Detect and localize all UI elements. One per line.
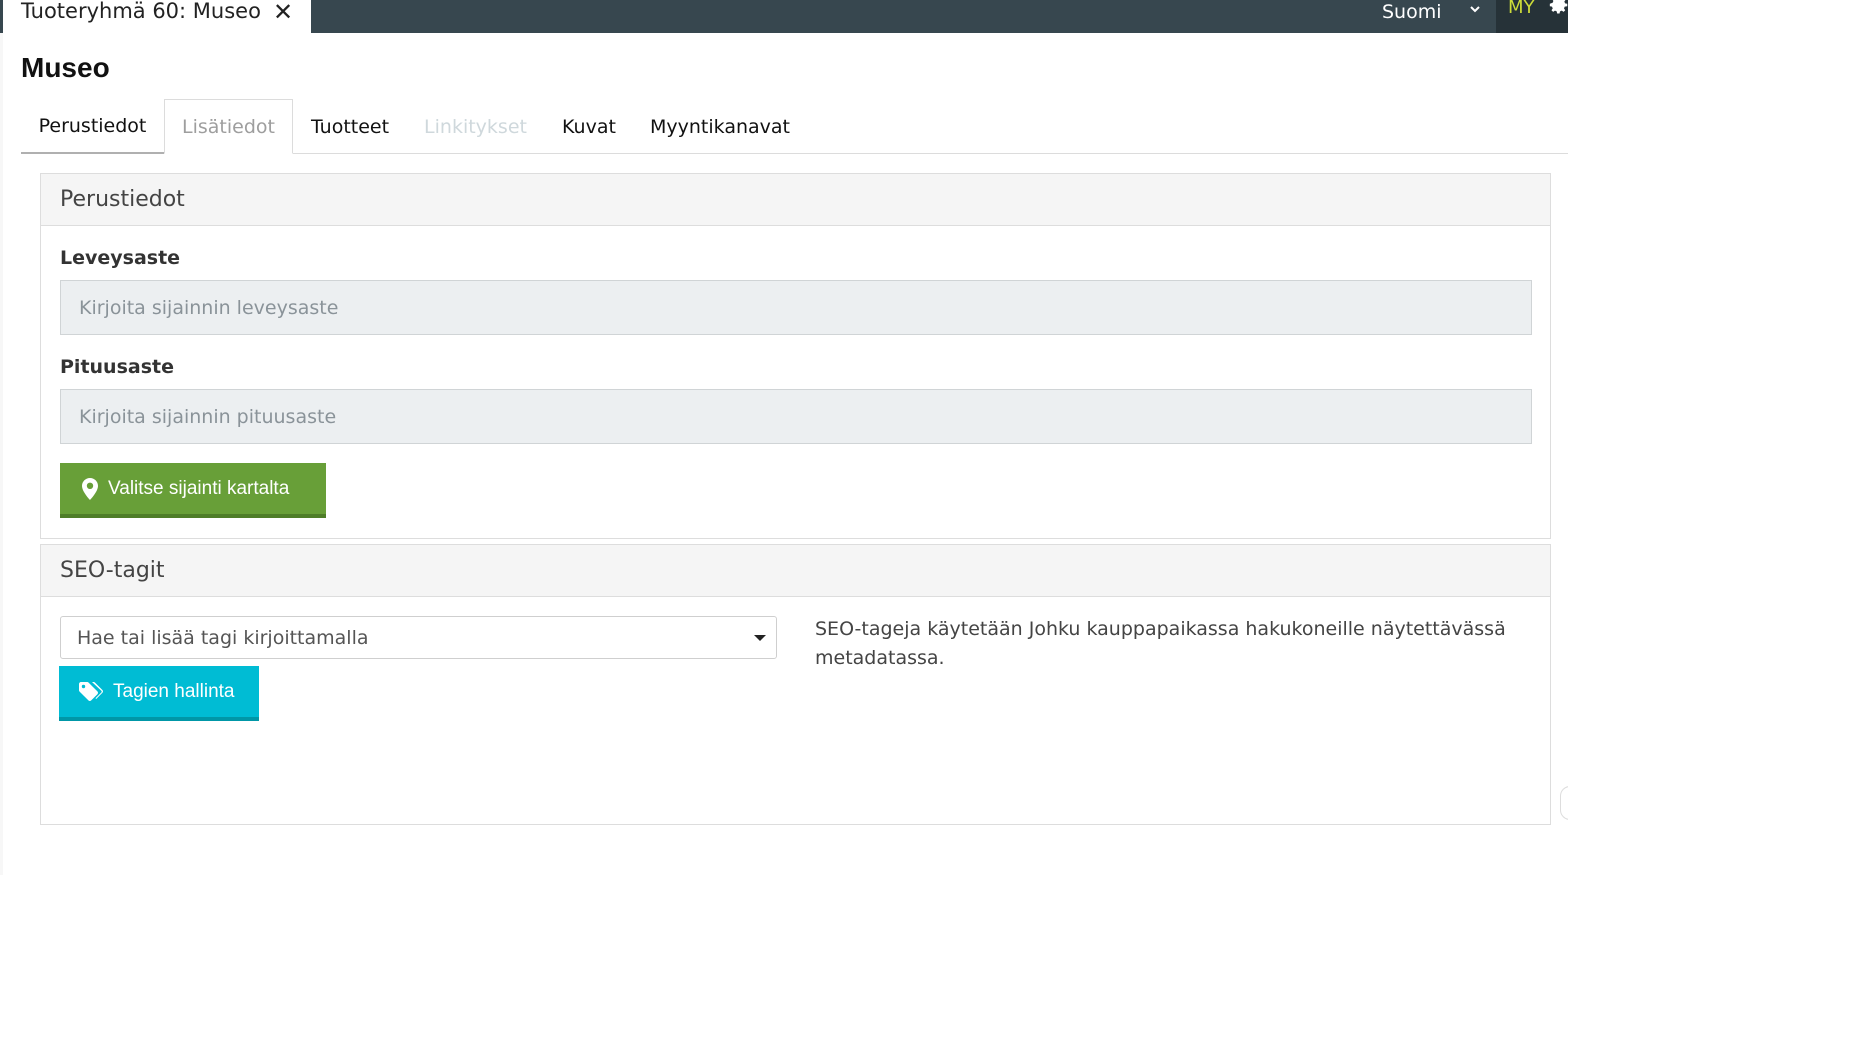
select-location-map-button[interactable]: Valitse sijainti kartalta xyxy=(60,463,326,518)
document-tab[interactable]: Tuoteryhmä 60: Museo ✕ xyxy=(0,0,311,33)
close-icon[interactable]: ✕ xyxy=(273,0,293,24)
page: Tuoteryhmä 60: Museo ✕ Suomi MY Museo Pe… xyxy=(0,0,1568,875)
seo-help-text: SEO-tageja käytetään Johku kauppapaikass… xyxy=(815,618,1506,669)
scroll-to-top-handle[interactable] xyxy=(1560,786,1568,820)
manage-tags-button[interactable]: Tagien hallinta xyxy=(59,666,259,721)
select-location-map-label: Valitse sijainti kartalta xyxy=(108,477,290,499)
user-menu[interactable]: MY xyxy=(1496,0,1568,33)
tab-linkitykset: Linkitykset xyxy=(424,115,527,138)
tab-kuvat[interactable]: Kuvat xyxy=(544,99,634,154)
user-initials[interactable]: MY xyxy=(1508,0,1535,18)
seo-panel: SEO-tagit Hae tai lisää tagi kirjoittama… xyxy=(40,544,1551,825)
gear-icon[interactable] xyxy=(1548,0,1568,16)
tab-tuotteet[interactable]: Tuotteet xyxy=(293,99,407,154)
longitude-input[interactable] xyxy=(60,389,1532,444)
language-label: Suomi xyxy=(1382,1,1442,23)
tag-search-select[interactable]: Hae tai lisää tagi kirjoittamalla xyxy=(60,616,777,659)
document-tab-title: Tuoteryhmä 60: Museo xyxy=(21,0,261,23)
caret-down-icon xyxy=(754,635,766,641)
manage-tags-label: Tagien hallinta xyxy=(113,680,235,702)
top-bar: Tuoteryhmä 60: Museo ✕ Suomi MY xyxy=(0,0,1568,33)
tab-perustiedot[interactable]: Perustiedot xyxy=(21,99,164,154)
longitude-label: Pituusaste xyxy=(60,356,174,378)
panel-title: Perustiedot xyxy=(41,174,1550,226)
tab-lisatiedot[interactable]: Lisätiedot xyxy=(164,99,293,154)
tags-icon xyxy=(79,681,103,701)
left-edge xyxy=(0,33,3,875)
tag-search-placeholder: Hae tai lisää tagi kirjoittamalla xyxy=(77,626,369,649)
basic-info-panel: Perustiedot Leveysaste Pituusaste Valits… xyxy=(40,173,1551,539)
page-title: Museo xyxy=(21,52,110,83)
tab-myyntikanavat[interactable]: Myyntikanavat xyxy=(634,99,806,154)
latitude-input[interactable] xyxy=(60,280,1532,335)
map-marker-icon xyxy=(82,477,98,500)
latitude-label: Leveysaste xyxy=(60,247,181,269)
chevron-down-icon xyxy=(1470,6,1480,13)
language-select[interactable]: Suomi xyxy=(1370,0,1490,24)
panel-title: SEO-tagit xyxy=(41,545,1550,597)
